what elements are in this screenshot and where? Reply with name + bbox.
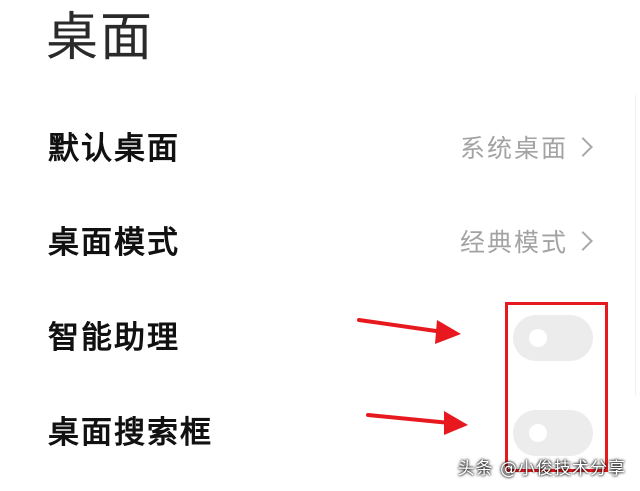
setting-row-desktop-mode[interactable]: 桌面模式 经典模式 [0, 198, 640, 288]
annotation-arrow-icon [366, 411, 468, 435]
setting-row-default-desktop[interactable]: 默认桌面 系统桌面 [0, 104, 640, 194]
highlight-box [505, 302, 608, 472]
chevron-right-icon [573, 231, 593, 251]
setting-value-desktop-mode: 经典模式 [459, 198, 593, 288]
page-title: 桌面 [46, 8, 155, 68]
setting-label-smart-assistant: 智能助理 [48, 320, 180, 356]
setting-label-desktop-mode: 桌面模式 [48, 225, 180, 261]
setting-label-default-desktop: 默认桌面 [48, 131, 180, 167]
chevron-right-icon [573, 137, 593, 157]
setting-label-desktop-search: 桌面搜索框 [48, 415, 213, 451]
setting-value-text: 经典模式 [459, 228, 568, 257]
setting-value-text: 系统桌面 [459, 134, 568, 163]
annotation-arrow-icon [357, 318, 461, 344]
setting-value-default-desktop: 系统桌面 [459, 104, 593, 194]
watermark: 头条 @小俊技术分享 [457, 459, 626, 479]
